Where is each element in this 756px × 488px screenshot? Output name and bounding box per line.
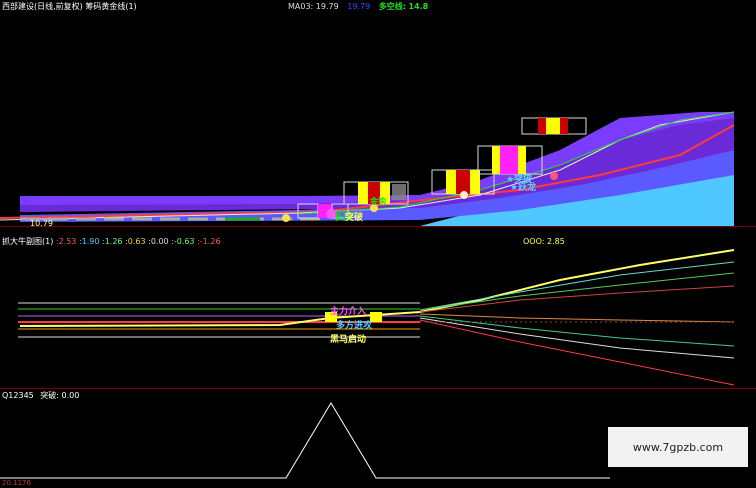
signal-label-2: 突破: [345, 213, 364, 223]
osc-right-value: OOO: 2.85: [523, 237, 565, 246]
bottom-panel-title: Q12345: [2, 391, 34, 400]
osc-value-1: :2.53: [55, 237, 77, 246]
osc-value-2: :1.90: [78, 237, 100, 246]
osc-value-4: :0.63: [125, 237, 146, 246]
marker-dot: [550, 172, 558, 180]
panel-separator: [0, 226, 756, 227]
watermark: www.7gpzb.com: [608, 427, 748, 467]
osc-value-5: :0.00: [148, 237, 169, 246]
panel-separator: [0, 388, 756, 389]
osc-value-6: :-0.63: [171, 237, 195, 246]
signal-label-5: ★跃龙: [510, 183, 537, 193]
osc-signal-1: 主力介入: [330, 307, 367, 317]
bottom-panel-header: Q12345 突破: 0.00: [2, 391, 79, 401]
price-marker: 10.79: [30, 219, 53, 228]
osc-panel-header: 抓大牛副图(1) :2.53 :1.90 :1.26 :0.63 :0.00 :…: [2, 237, 221, 247]
break-signal-line: [0, 402, 610, 479]
signal-label-3: 金钩: [370, 197, 386, 206]
break-value: 0.00: [61, 391, 80, 400]
break-label: 突破:: [40, 391, 59, 400]
osc-signal-3: 黑马启动: [330, 335, 367, 345]
osc-value-7: :-1.26: [197, 237, 221, 246]
osc-signal-2: 多方进攻: [336, 321, 373, 331]
mask-osc-header: [234, 228, 522, 260]
osc-panel-title: 抓大牛副图(1): [2, 237, 54, 246]
marker-dot: [282, 214, 290, 222]
mask-top-right: [428, 0, 756, 110]
osc-value-3: :1.26: [102, 237, 123, 246]
marker-dot: [460, 191, 468, 199]
